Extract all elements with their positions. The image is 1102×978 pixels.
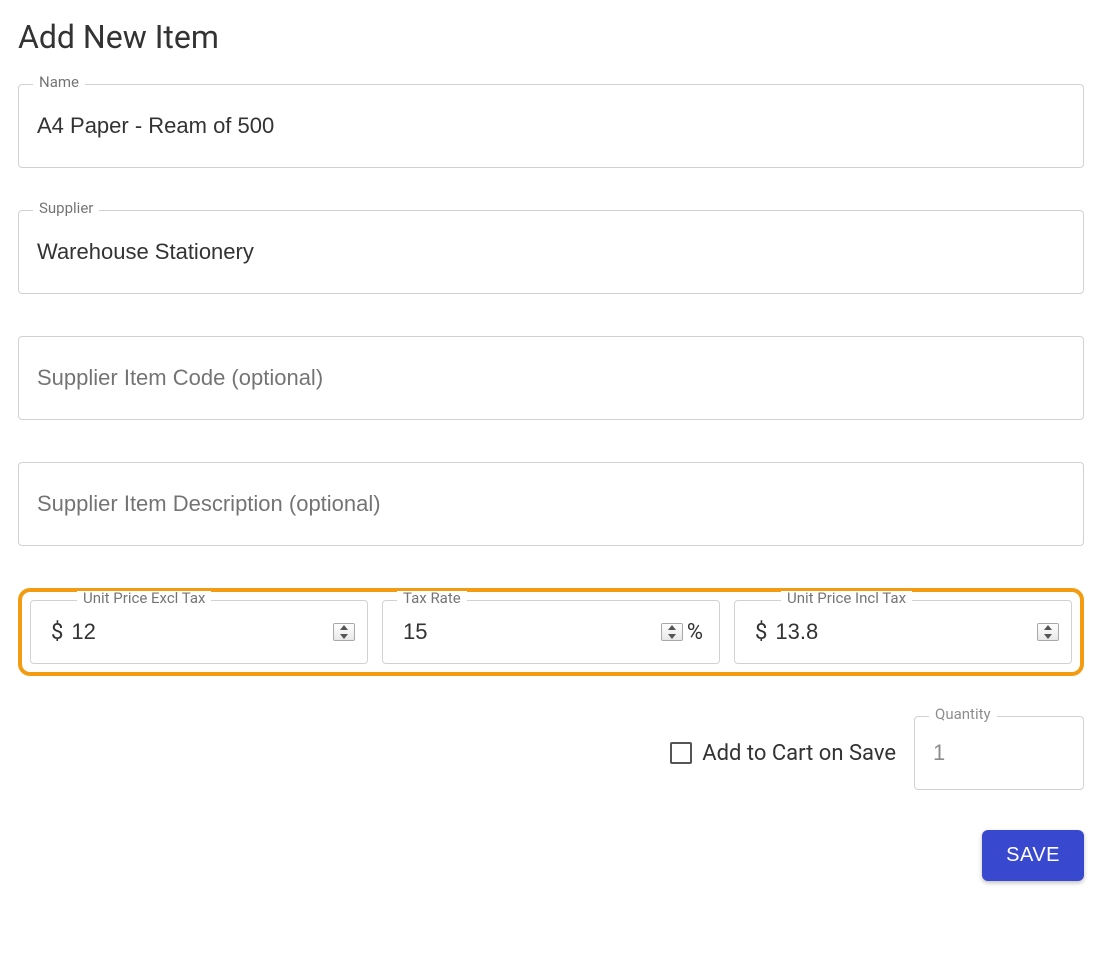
name-field[interactable]: Name xyxy=(18,84,1084,168)
add-to-cart-label: Add to Cart on Save xyxy=(702,741,896,766)
unit-price-excl-label: Unit Price Excl Tax xyxy=(77,591,211,606)
unit-price-excl-input[interactable] xyxy=(67,619,333,645)
supplier-label: Supplier xyxy=(33,201,99,216)
quantity-input[interactable] xyxy=(931,739,1102,767)
quantity-field[interactable]: Quantity xyxy=(914,716,1084,790)
currency-prefix: $ xyxy=(47,620,67,645)
percent-suffix: % xyxy=(683,620,707,645)
tax-rate-label: Tax Rate xyxy=(397,591,467,606)
supplier-desc-input[interactable] xyxy=(19,463,1083,545)
price-row-highlight: Unit Price Excl Tax $ Tax Rate % Unit Pr… xyxy=(18,588,1084,676)
unit-price-incl-input[interactable] xyxy=(771,619,1037,645)
tax-rate-input[interactable] xyxy=(399,619,661,645)
add-to-cart-checkbox[interactable] xyxy=(670,742,692,764)
unit-price-incl-label: Unit Price Incl Tax xyxy=(781,591,912,606)
tax-rate-field[interactable]: Tax Rate % xyxy=(382,600,720,664)
name-label: Name xyxy=(33,75,85,90)
supplier-input[interactable] xyxy=(19,211,1083,293)
options-row: Add to Cart on Save Quantity xyxy=(18,716,1084,790)
spinner-icon[interactable] xyxy=(661,623,683,641)
unit-price-incl-field[interactable]: Unit Price Incl Tax $ xyxy=(734,600,1072,664)
spinner-icon[interactable] xyxy=(1037,623,1059,641)
actions-row: SAVE xyxy=(18,830,1084,881)
page-title: Add New Item xyxy=(18,18,1084,56)
unit-price-excl-field[interactable]: Unit Price Excl Tax $ xyxy=(30,600,368,664)
supplier-desc-field[interactable] xyxy=(18,462,1084,546)
save-button[interactable]: SAVE xyxy=(982,830,1084,881)
supplier-code-input[interactable] xyxy=(19,337,1083,419)
add-to-cart-row[interactable]: Add to Cart on Save xyxy=(670,741,896,766)
supplier-code-field[interactable] xyxy=(18,336,1084,420)
quantity-label: Quantity xyxy=(929,707,997,722)
spinner-icon[interactable] xyxy=(333,623,355,641)
currency-prefix: $ xyxy=(751,620,771,645)
name-input[interactable] xyxy=(19,85,1083,167)
supplier-field[interactable]: Supplier xyxy=(18,210,1084,294)
